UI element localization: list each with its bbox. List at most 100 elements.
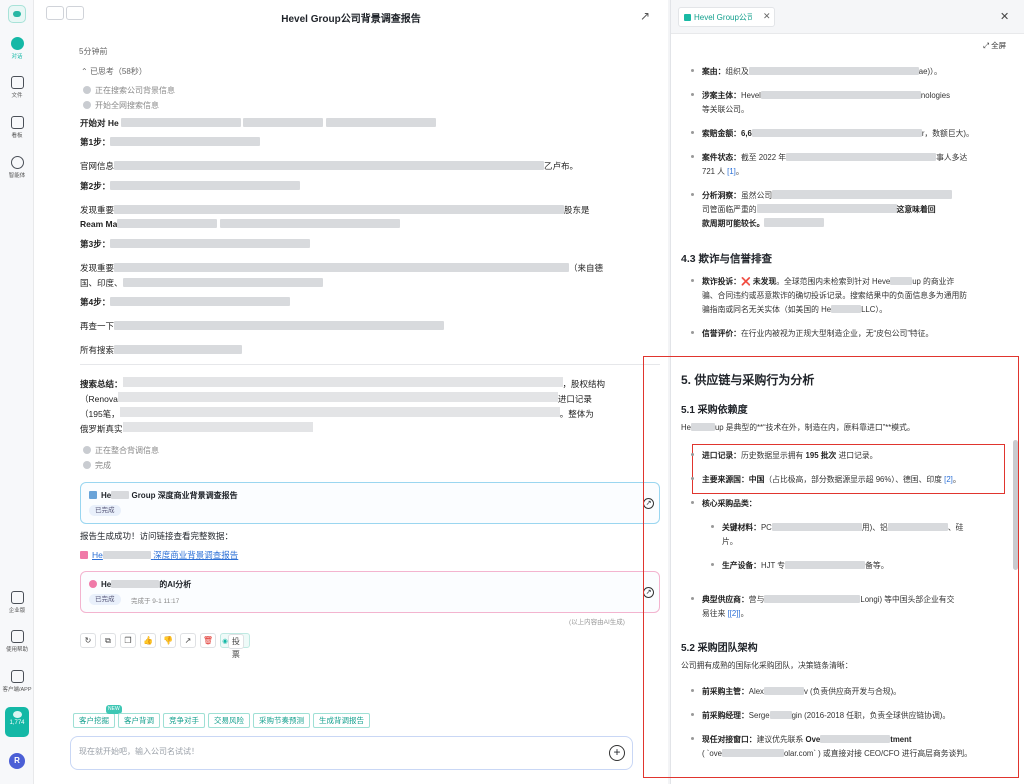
report-bullet: 索赔金额：6,6 r，数额巨大)。 [691, 128, 974, 141]
ai-disclaimer: (以上内容由AI生成) [569, 619, 625, 626]
report-icon [89, 491, 97, 499]
reasoning-line: 发现重要 股东是 [80, 205, 590, 215]
close-tab-icon[interactable]: ✕ [763, 11, 771, 22]
check-icon [83, 461, 91, 469]
report-bullet: 前采购主管：Alex v (负责供应商开发与合规)。 [691, 686, 901, 699]
share-icon[interactable]: ↗ [180, 633, 196, 648]
sidebar-item-client[interactable]: 客户端/APP [0, 670, 34, 693]
citation-link[interactable]: [[2]] [728, 609, 741, 618]
chip-competitor[interactable]: 竞争对手 [163, 713, 205, 728]
reasoning-line: 国、印度、 [80, 277, 323, 289]
document-icon [684, 14, 691, 21]
delete-icon[interactable]: 🗑 [200, 633, 216, 648]
cross-icon: ❌ [740, 277, 751, 286]
report-bullet: 分析洞察：虽然公司 [691, 190, 953, 203]
report-panel: Hevel Group公司背景调查报告 ✕ ✕ ⤢ 全屏 案由：组织及ae)）。… [643, 0, 1024, 784]
status-badge: 已完成 [89, 594, 121, 605]
step-item: 正在搜索公司背景信息 [83, 85, 175, 96]
divider [80, 364, 660, 365]
app-sidebar: 对话 文件 看板 智能体 企业版 使用帮助 客户端/APP 1,774 R [0, 0, 34, 784]
board-icon [10, 116, 24, 129]
report-bullet: 进口记录：历史数据显示拥有 195 批次 进口记录。 [691, 450, 877, 463]
devices-icon [10, 670, 24, 683]
reasoning-line: 发现重要 （来自德 [80, 263, 604, 273]
message-input[interactable] [79, 747, 559, 756]
report-bullet: 信誉评价：在行业内被视为正规大型制造企业，无“皮包公司”特征。 [691, 328, 933, 341]
report-icon [80, 551, 88, 559]
paragraph: He up 是典型的**“技术在外，制造在内，原料靠进口”**模式。 [681, 423, 915, 432]
reasoning-line: 开始对 He [80, 117, 436, 129]
section-heading: 4.3 欺诈与信誉排查 [681, 253, 773, 265]
report-bullet-cont: ( `ove olar.com` ) 或直接对接 CEO/CFO 进行高层商务谈判… [702, 749, 972, 758]
eye-icon [12, 711, 22, 718]
reasoning-line: Ream Ma [80, 219, 400, 229]
sidebar-item-files[interactable]: 文件 [0, 76, 34, 99]
quick-chips: 客户挖掘 NEW 客户背调 竞争对手 交易风险 采购节奏预测 生成背调报告 [73, 705, 373, 728]
report-bullet-cont: 骗指南或同名无关实体（如美国的 He LLC）。 [702, 305, 888, 314]
status-badge: 已完成 [89, 505, 121, 516]
file-icon [10, 76, 24, 89]
report-bullet-cont: 款周期可能较长。 [702, 218, 825, 231]
report-bullet: 主要来源国：中国（占比极高，部分数据源显示超 96%）、德国、印度 [2]。 [691, 474, 961, 487]
reasoning-line: 官网信息 乙卢布。 [80, 161, 579, 171]
sparkle-icon [89, 580, 97, 588]
sidebar-item-chat[interactable]: 对话 [0, 37, 34, 60]
report-bullet-cont: 司管面临严重的 这意味着回 [702, 204, 936, 214]
robot-icon [10, 156, 24, 169]
thumbs-down-icon[interactable]: 👎 [160, 633, 176, 648]
thinking-toggle[interactable]: ⌃ 已思考（58秒） [81, 66, 147, 77]
sidebar-item-agents[interactable]: 智能体 [0, 156, 34, 179]
fullscreen-button[interactable]: ⤢ 全屏 [983, 40, 1006, 51]
subsection-heading: 5.1 采购依赖度 [681, 405, 748, 416]
check-icon [83, 101, 91, 109]
subsection-heading: 5.2 采购团队架构 [681, 643, 758, 654]
report-sub-bullet: 关键材料：PC 用)、铝 、硅 [711, 522, 963, 535]
share-icon[interactable]: ↗ [640, 9, 650, 23]
message-composer: + [70, 736, 633, 770]
report-bullet: 案由：组织及 ae)）。 [691, 66, 942, 79]
chip-customer-check[interactable]: 客户背调 [118, 713, 160, 728]
reasoning-line: 第4步： [80, 296, 291, 308]
reasoning-line: 第3步： [80, 238, 311, 250]
report-tab[interactable]: Hevel Group公司背景调查报告 ✕ [678, 7, 775, 27]
chip-trade-risk[interactable]: 交易风险 [208, 713, 250, 728]
building-icon [10, 591, 24, 604]
report-bullet-cont: 骗、合同违约或恶意欺诈的确切投诉记录。搜索结果中的负面信息多为通用防 [702, 291, 968, 300]
chat-title: Hevel Group公司背景调查报告 [281, 14, 421, 25]
sidebar-item-enterprise[interactable]: 企业版 [0, 591, 34, 614]
chip-generate-report[interactable]: 生成背调报告 [313, 713, 370, 728]
paragraph: 公司拥有成熟的国际化采购团队，决策链条清晰： [681, 661, 853, 670]
report-link[interactable]: He 深度商业背景调查报告 [80, 549, 238, 561]
thumbs-up-icon[interactable]: 👍 [140, 633, 156, 648]
report-bullet: 现任对接窗口：建议优先联系 Ove tment [691, 734, 912, 747]
chip-purchase-forecast[interactable]: 采购节奏预测 [253, 713, 310, 728]
report-bullet: 欺诈投诉：❌ 未发现。全球范围内未检索到针对 Heve up 的商业诈 [691, 276, 954, 289]
check-icon [83, 446, 91, 454]
user-avatar[interactable]: R [9, 753, 25, 769]
citation-link[interactable]: [2] [944, 475, 953, 484]
credits-badge[interactable]: 1,774 [5, 707, 29, 737]
vote-button[interactable]: ◉ 投票 [220, 633, 250, 659]
copy-icon[interactable]: ⧉ [100, 633, 116, 648]
add-icon[interactable]: + [609, 745, 625, 761]
refresh-icon[interactable]: ↻ [80, 633, 96, 648]
sidebar-item-help[interactable]: 使用帮助 [0, 630, 34, 653]
report-bullet-cont: 721 人 [1]。 [702, 167, 744, 176]
citation-link[interactable]: [1] [727, 167, 736, 176]
duplicate-icon[interactable]: ❐ [120, 633, 136, 648]
report-card-title: He Group 深度商业背景调查报告 [101, 491, 238, 500]
chip-customer-mining[interactable]: 客户挖掘 NEW [73, 705, 122, 728]
report-bullet-cont: 等关联公司。 [702, 105, 749, 114]
book-icon [10, 630, 24, 643]
sidebar-item-board[interactable]: 看板 [0, 116, 34, 139]
summary-line: 搜索总结： ，股权结构 [80, 377, 606, 389]
app-logo[interactable] [8, 5, 26, 23]
report-bullet: 核心采购品类： [691, 498, 757, 511]
ai-analysis-card[interactable]: He 的AI分析 已完成 完成于 9-1 11:17 ↗ [80, 571, 660, 613]
report-bullet: 前采购经理：Serge gin (2016-2018 任职，负责全球供应链协调)。 [691, 710, 950, 723]
report-tabbar: Hevel Group公司背景调查报告 ✕ ✕ [671, 0, 1024, 34]
close-panel-icon[interactable]: ✕ [1000, 10, 1009, 23]
message-actions: ↻ ⧉ ❐ 👍 👎 ↗ 🗑 ◉ 投票 [80, 633, 254, 659]
report-card[interactable]: He Group 深度商业背景调查报告 已完成 ↗ [80, 482, 660, 524]
completion-time: 完成于 9-1 11:17 [131, 598, 180, 605]
